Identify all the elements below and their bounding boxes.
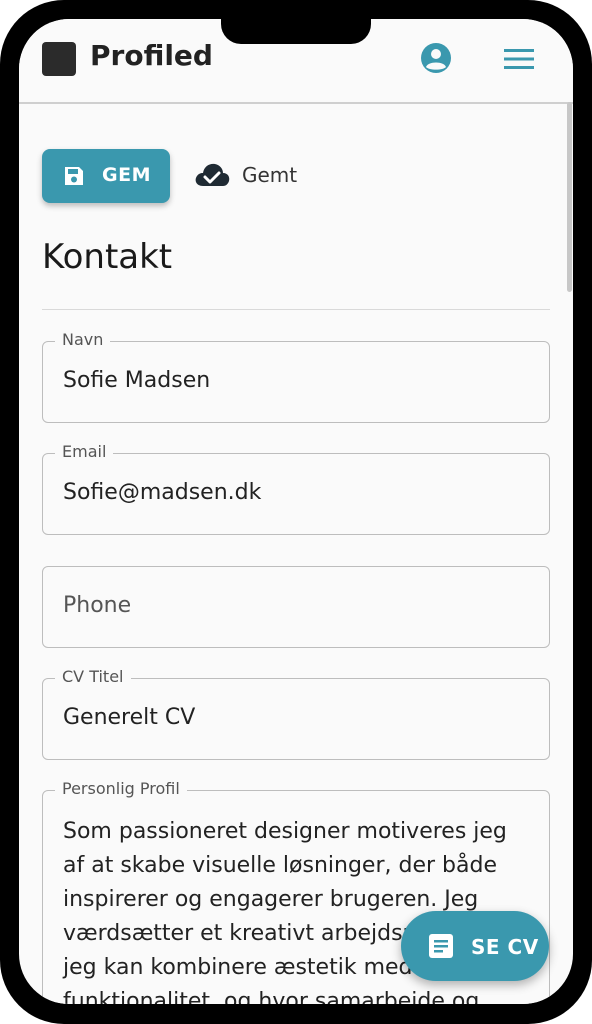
phone-notch (221, 0, 371, 44)
email-field[interactable]: Email Sofie@madsen.dk (42, 442, 550, 535)
document-icon (429, 934, 453, 958)
phone-field-placeholder: Phone (63, 593, 132, 618)
email-field-value: Sofie@madsen.dk (63, 480, 262, 505)
name-field-label: Navn (55, 330, 111, 349)
brand-title: Profiled (90, 39, 213, 72)
hamburger-menu-icon[interactable] (504, 47, 534, 71)
floppy-disk-icon (65, 167, 83, 185)
view-cv-button-label: SE CV (471, 935, 539, 959)
app-screen: Profiled GEM Gemt Kontakt Navn Sofie Mad… (19, 19, 573, 1004)
section-title: Kontakt (42, 237, 173, 277)
name-field-value: Sofie Madsen (63, 368, 211, 393)
personal-profile-label: Personlig Profil (55, 779, 187, 798)
account-circle-icon[interactable] (420, 42, 452, 74)
cloud-check-icon (195, 163, 230, 186)
logo-icon (42, 42, 76, 76)
save-status-text: Gemt (242, 163, 298, 187)
save-button-label: GEM (102, 164, 151, 186)
scrollbar[interactable] (567, 102, 572, 292)
email-field-label: Email (55, 442, 114, 461)
section-divider (42, 309, 550, 310)
phone-frame: Profiled GEM Gemt Kontakt Navn Sofie Mad… (0, 0, 592, 1024)
cv-title-field-label: CV Titel (55, 667, 131, 686)
cv-title-field[interactable]: CV Titel Generelt CV (42, 667, 550, 760)
phone-field[interactable]: Phone (42, 566, 550, 648)
name-field[interactable]: Navn Sofie Madsen (42, 330, 550, 423)
cv-title-field-value: Generelt CV (63, 705, 196, 730)
save-button[interactable]: GEM (42, 149, 170, 203)
view-cv-button[interactable]: SE CV (401, 911, 549, 981)
